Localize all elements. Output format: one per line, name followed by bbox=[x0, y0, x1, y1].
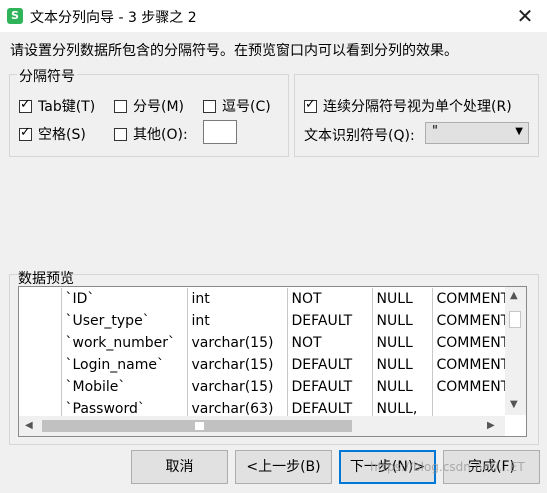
table-cell: NULL bbox=[371, 354, 432, 376]
space-checkbox[interactable]: 空格(S) bbox=[19, 124, 86, 144]
table-cell: varchar(15) bbox=[186, 376, 287, 398]
checkbox-box[interactable] bbox=[19, 125, 32, 141]
checkbox-box[interactable] bbox=[304, 97, 317, 113]
table-cell: NOT bbox=[286, 288, 372, 310]
table-cell bbox=[21, 310, 61, 332]
scroll-left-icon[interactable]: ◀ bbox=[25, 420, 33, 431]
table-cell bbox=[21, 376, 61, 398]
tab-checkbox-label: Tab键(T) bbox=[38, 99, 96, 115]
text-qualifier-select[interactable]: " ▼ bbox=[425, 122, 529, 144]
other-checkbox-label: 其他(O): bbox=[133, 127, 188, 143]
scroll-right-icon[interactable]: ▶ bbox=[487, 420, 495, 431]
preview-table: `ID` int NOT NULL COMMENT `User_type` in… bbox=[21, 288, 512, 420]
semicolon-checkbox[interactable]: 分号(M) bbox=[114, 96, 184, 116]
semicolon-checkbox-label: 分号(M) bbox=[133, 99, 185, 115]
separator-group-legend: 分隔符号 bbox=[17, 66, 77, 86]
consecutive-delimiters-label: 连续分隔符号视为单个处理(R) bbox=[323, 99, 512, 115]
vertical-scroll-thumb[interactable] bbox=[509, 311, 521, 328]
table-cell: COMMENT bbox=[431, 332, 512, 354]
table-cell: NULL bbox=[371, 310, 432, 332]
space-checkbox-label: 空格(S) bbox=[38, 127, 86, 143]
scroll-down-icon[interactable]: ▼ bbox=[510, 399, 518, 410]
consecutive-delimiters-checkbox[interactable]: 连续分隔符号视为单个处理(R) bbox=[304, 96, 512, 116]
table-row: `work_number` varchar(15) NOT NULL COMME… bbox=[21, 332, 512, 354]
checkbox-box[interactable] bbox=[114, 127, 127, 141]
table-cell bbox=[21, 332, 61, 354]
comma-checkbox-label: 逗号(C) bbox=[222, 99, 271, 115]
dropdown-arrow-icon: ▼ bbox=[515, 126, 523, 137]
table-cell: NOT bbox=[286, 332, 372, 354]
preview-grid[interactable]: `ID` int NOT NULL COMMENT `User_type` in… bbox=[18, 286, 527, 437]
table-cell: COMMENT bbox=[431, 310, 512, 332]
table-cell: COMMENT bbox=[431, 354, 512, 376]
checkbox-box[interactable] bbox=[114, 99, 127, 113]
cancel-button[interactable]: 取消 bbox=[131, 450, 228, 484]
watermark: https://blog.csdn.net/...ET bbox=[370, 460, 525, 474]
table-cell: NULL bbox=[371, 376, 432, 398]
table-cell: varchar(15) bbox=[186, 332, 287, 354]
table-cell: `work_number` bbox=[60, 332, 187, 354]
table-cell: COMMENT bbox=[431, 288, 512, 310]
close-icon[interactable]: ✕ bbox=[511, 3, 539, 29]
back-button[interactable]: <上一步(B) bbox=[235, 450, 332, 484]
table-cell: DEFAULT bbox=[286, 354, 372, 376]
table-row: `Login_name` varchar(15) DEFAULT NULL CO… bbox=[21, 354, 512, 376]
table-cell bbox=[21, 354, 61, 376]
table-cell: `Login_name` bbox=[60, 354, 187, 376]
tab-checkbox[interactable]: Tab键(T) bbox=[19, 96, 95, 116]
preview-vertical-scrollbar[interactable]: ▲ ▼ bbox=[505, 287, 526, 415]
table-cell: COMMENT bbox=[431, 376, 512, 398]
table-row: `ID` int NOT NULL COMMENT bbox=[21, 288, 512, 310]
table-cell: int bbox=[186, 310, 287, 332]
table-cell: int bbox=[186, 288, 287, 310]
table-cell: `ID` bbox=[60, 288, 187, 310]
text-qualifier-label: 文本识别符号(Q): bbox=[304, 128, 415, 144]
table-cell: `Mobile` bbox=[60, 376, 187, 398]
table-cell: DEFAULT bbox=[286, 310, 372, 332]
comma-checkbox[interactable]: 逗号(C) bbox=[203, 96, 271, 116]
table-cell: `User_type` bbox=[60, 310, 187, 332]
preview-label: 数据预览 bbox=[18, 271, 74, 287]
table-cell: NULL bbox=[371, 288, 432, 310]
wps-spreadsheet-icon: S bbox=[7, 8, 23, 24]
window-title: 文本分列向导 - 3 步骤之 2 bbox=[30, 10, 197, 26]
text-qualifier-value: " bbox=[432, 124, 438, 139]
table-cell: NULL bbox=[371, 332, 432, 354]
instruction-text: 请设置分列数据所包含的分隔符号。在预览窗口内可以看到分列的效果。 bbox=[10, 43, 458, 59]
checkbox-box[interactable] bbox=[19, 97, 32, 113]
scroll-thumb-grip bbox=[195, 422, 204, 430]
scroll-up-icon[interactable]: ▲ bbox=[510, 290, 518, 301]
table-row: `Mobile` varchar(15) DEFAULT NULL COMMEN… bbox=[21, 376, 512, 398]
other-checkbox[interactable]: 其他(O): bbox=[114, 124, 188, 144]
other-separator-input[interactable] bbox=[203, 120, 237, 144]
table-row: `User_type` int DEFAULT NULL COMMENT bbox=[21, 310, 512, 332]
table-cell: DEFAULT bbox=[286, 376, 372, 398]
preview-horizontal-scrollbar[interactable]: ◀ ▶ bbox=[19, 416, 505, 436]
table-cell bbox=[21, 288, 61, 310]
checkbox-box[interactable] bbox=[203, 99, 216, 113]
table-cell: varchar(15) bbox=[186, 354, 287, 376]
